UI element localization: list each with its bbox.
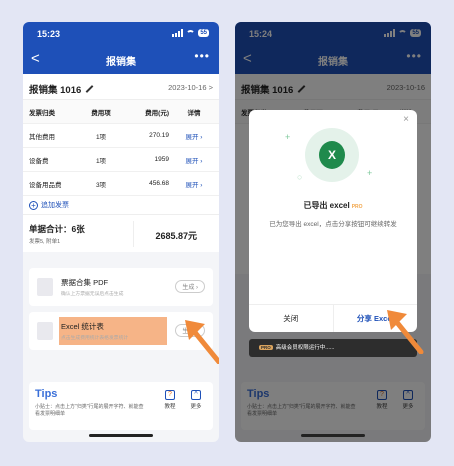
expand-link[interactable]: 展开 ›	[173, 179, 215, 189]
table-row: 设备费 1项 1959 展开 ›	[23, 148, 219, 172]
left-phone-screen: 15:23 55 < 报销集 ••• 报销集 1016 2023-10-16 >…	[23, 22, 219, 442]
pdf-export-item[interactable]: 票据合集 PDF 确认上方票据无误后点击生成 生成 ›	[29, 268, 213, 306]
row-category: 设备费	[29, 157, 49, 165]
sparkle-icon: ○	[297, 172, 303, 182]
divider	[133, 221, 134, 247]
row-items: 1项	[95, 157, 107, 165]
summary-amount: 2685.87元	[155, 231, 197, 241]
row-amount: 1959	[154, 156, 169, 163]
generate-pdf-button[interactable]: 生成 ›	[175, 280, 205, 293]
more-button[interactable]: ^ 更多	[187, 390, 205, 410]
toast-badge: PRO	[259, 345, 273, 350]
summary-row: 单据合计：6张 发票5, 附单1 2685.87元	[23, 214, 219, 252]
top-bar: 15:23 55 < 报销集 •••	[23, 22, 219, 74]
add-invoice-button[interactable]: + 追加发票	[23, 196, 219, 214]
right-phone-screen: 15:24 55 < 报销集 ••• 报销集 1016 2023-10-16 发…	[235, 22, 431, 442]
row-items: 1项	[95, 133, 107, 141]
col-detail: 详情	[187, 109, 201, 117]
col-amount: 费用(元)	[145, 109, 169, 117]
edit-icon[interactable]	[85, 85, 94, 94]
pdf-subtitle: 确认上方票据无误后点击生成	[61, 292, 124, 297]
pdf-file-icon	[37, 278, 53, 296]
excel-file-icon	[37, 322, 53, 340]
dialog-message: 已为您导出 excel，点击分享按钮可继续转发	[269, 221, 397, 228]
toast-text: 高级会员权限运行中......	[275, 345, 335, 351]
row-category: 其他费用	[29, 133, 55, 141]
nav-bar: < 报销集 •••	[23, 46, 219, 74]
status-icons: 55	[172, 29, 209, 37]
pointer-arrow-icon	[387, 310, 424, 354]
pro-badge: PRO	[351, 204, 363, 210]
chevron-up-icon: ^	[191, 390, 201, 400]
status-time: 15:23	[37, 29, 61, 39]
wifi-icon	[186, 29, 196, 37]
col-category: 发票归类	[29, 109, 55, 117]
status-bar: 15:23 55	[23, 22, 219, 46]
summary-sub: 发票5, 附单1	[29, 239, 61, 245]
sparkle-icon: +	[367, 168, 373, 178]
set-header: 报销集 1016 2023-10-16 >	[23, 74, 219, 100]
signal-icon	[172, 29, 184, 37]
table-row: 设备用品费 3项 456.68 展开 ›	[23, 172, 219, 196]
expand-link[interactable]: 展开 ›	[173, 155, 215, 165]
excel-icon: X	[319, 141, 345, 169]
pointer-arrow-icon	[185, 320, 219, 364]
pdf-title: 票据合集 PDF	[61, 278, 109, 287]
page-title: 报销集	[106, 57, 136, 68]
set-date[interactable]: 2023-10-16 >	[168, 83, 213, 92]
expand-link[interactable]: 展开 ›	[173, 131, 215, 141]
summary-label: 单据合计：6张	[29, 224, 85, 234]
plus-icon: +	[29, 200, 38, 210]
home-indicator	[89, 434, 153, 437]
more-menu-button[interactable]: •••	[194, 49, 210, 63]
row-category: 设备用品费	[29, 181, 62, 189]
expense-set-card: 报销集 1016 2023-10-16 > 发票归类 费用项 费用(元) 详情 …	[23, 74, 219, 252]
question-icon: ?	[165, 390, 175, 400]
excel-illustration: + + ○ X	[285, 128, 372, 182]
set-title: 报销集 1016	[29, 82, 94, 96]
dialog-title: 已导出 excel PRO	[303, 201, 363, 210]
table-row: 其他费用 1项 270.19 展开 ›	[23, 124, 219, 148]
tips-card: Tips 小贴士：点击上方"归类"行尾的展开字符、就能查看发票明细单 ? 教程 …	[29, 382, 213, 430]
row-items: 3项	[95, 181, 107, 189]
export-success-dialog: × + + ○ X 已导出 excel PRO 已为您导出 excel，点击分享按…	[249, 110, 417, 332]
excel-subtitle: 点击生成费用统计表格发票统计	[61, 336, 129, 341]
excel-title: Excel 统计表	[61, 322, 104, 331]
row-amount: 270.19	[149, 132, 169, 139]
home-indicator	[301, 434, 365, 437]
close-button[interactable]: 关闭	[249, 305, 333, 332]
battery-icon: 55	[198, 29, 209, 37]
tips-text: 小贴士：点击上方"归类"行尾的展开字符、就能查看发票明细单	[35, 404, 144, 417]
tips-title: Tips	[35, 388, 58, 400]
close-icon[interactable]: ×	[403, 114, 409, 125]
sparkle-icon: +	[285, 132, 291, 142]
table-header: 发票归类 费用项 费用(元) 详情	[23, 100, 219, 124]
tutorial-button[interactable]: ? 教程	[161, 390, 179, 410]
col-items: 费用项	[91, 109, 111, 117]
row-amount: 456.68	[149, 180, 169, 187]
add-invoice-label: 追加发票	[41, 202, 69, 209]
